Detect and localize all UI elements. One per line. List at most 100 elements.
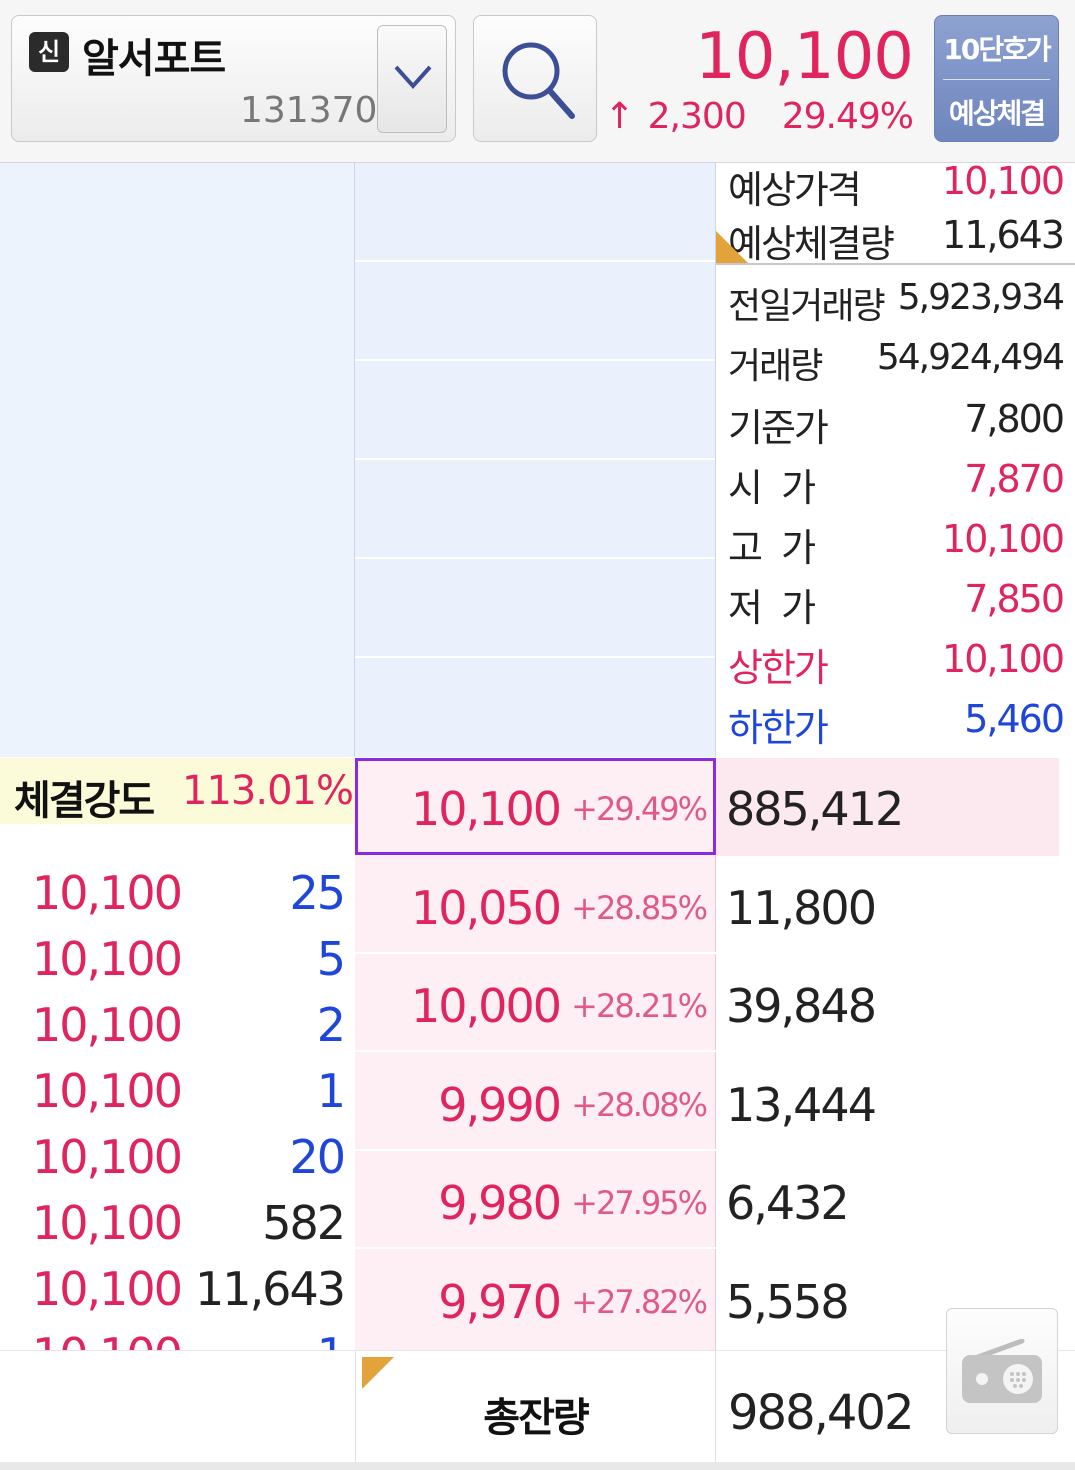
- trade-row: 10,100 2: [0, 998, 355, 1064]
- info-value: 10,100: [942, 517, 1065, 561]
- total-remaining-label: 총잔량: [483, 1395, 589, 1441]
- info-divider: [716, 263, 1075, 265]
- trade-price: 10,100: [32, 932, 183, 986]
- radio-button[interactable]: [946, 1308, 1058, 1434]
- trade-strength-label: 체결강도: [14, 778, 155, 824]
- trade-strength-value: 113.01%: [182, 768, 354, 814]
- chevron-down-icon: [394, 65, 432, 89]
- bid-rate: +28.21%: [571, 987, 708, 1025]
- stock-code: 131370: [240, 90, 378, 131]
- bid-qty-row[interactable]: 885,412: [716, 758, 1059, 856]
- bid-price: 10,050: [411, 881, 562, 935]
- bid-qty-row[interactable]: 39,848: [716, 955, 1075, 1053]
- bid-qty-row[interactable]: 13,444: [716, 1054, 1075, 1152]
- ask-row[interactable]: [355, 460, 715, 559]
- change-amount: 2,300: [647, 96, 747, 137]
- info-label: 거래량: [728, 346, 823, 387]
- trade-qty: 1: [317, 1328, 346, 1350]
- radio-icon: [962, 1339, 1042, 1403]
- change-rate: 29.49%: [781, 96, 914, 137]
- mode-expected-label: 예상체결: [948, 97, 1046, 130]
- mode-toggle-button[interactable]: 10단호가 예상체결: [934, 15, 1059, 142]
- trade-price: 10,100: [32, 1130, 183, 1184]
- bid-price: 9,970: [438, 1275, 562, 1329]
- info-low-price: 저 가 7,850: [728, 577, 1065, 637]
- credit-badge: 신: [29, 32, 69, 72]
- bid-row[interactable]: 10,050 +28.85%: [355, 857, 716, 954]
- stock-name: 알서포트: [82, 36, 226, 82]
- ask-row[interactable]: [355, 559, 715, 658]
- info-upper-limit: 상한가 10,100: [728, 637, 1065, 697]
- bid-price: 9,990: [438, 1078, 562, 1132]
- ask-row[interactable]: [355, 163, 715, 262]
- info-value: 7,850: [964, 577, 1065, 621]
- stock-info-panel: 예상가격 10,100 예상체결량 11,643 전일거래량 5,923,934…: [716, 159, 1075, 757]
- info-value: 54,924,494: [876, 337, 1065, 378]
- bid-row[interactable]: 10,000 +28.21%: [355, 955, 716, 1052]
- bid-rate: +28.08%: [571, 1086, 708, 1124]
- footer-totals: 총잔량 988,402: [0, 1350, 1075, 1463]
- bid-qty: 6,432: [726, 1176, 850, 1230]
- info-value: 10,100: [942, 159, 1065, 203]
- info-label: 저 가: [728, 586, 816, 630]
- info-base-price: 기준가 7,800: [728, 397, 1065, 457]
- info-value: 11,643: [942, 213, 1065, 257]
- bid-rate: +27.82%: [571, 1283, 708, 1321]
- corner-marker: [716, 231, 750, 265]
- trade-price: 10,100: [32, 998, 183, 1052]
- bid-row[interactable]: 9,990 +28.08%: [355, 1054, 716, 1151]
- trade-price: 10,100: [32, 866, 183, 920]
- bid-qty-row[interactable]: 11,800: [716, 857, 1075, 955]
- bid-qty: 11,800: [726, 881, 877, 935]
- trade-row: 10,100 1: [0, 1328, 355, 1350]
- info-label: 고 가: [728, 526, 816, 570]
- trade-row: 10,100 582: [0, 1196, 355, 1262]
- total-remaining-value: 988,402: [728, 1385, 914, 1441]
- trade-row: 10,100 25: [0, 866, 355, 932]
- trade-qty: 11,643: [195, 1262, 346, 1316]
- recent-trades-list: 10,100 25 10,100 5 10,100 2 10,100 1 10,…: [0, 860, 355, 1350]
- ask-row[interactable]: [355, 262, 715, 361]
- ask-row[interactable]: [355, 658, 715, 757]
- trade-qty: 1: [316, 1064, 346, 1118]
- trade-row: 10,100 5: [0, 932, 355, 998]
- info-value: 5,923,934: [897, 277, 1065, 318]
- stock-dropdown-button[interactable]: [377, 25, 447, 133]
- info-label: 시 가: [728, 466, 816, 510]
- info-label: 예상체결량: [728, 222, 895, 266]
- info-label: 기준가: [728, 406, 829, 450]
- bid-row[interactable]: 9,980 +27.95%: [355, 1152, 716, 1249]
- bid-price-column: 10,100 +29.49% 10,050 +28.85% 10,000 +28…: [355, 758, 716, 1350]
- bid-qty: 5,558: [726, 1275, 850, 1329]
- info-open-price: 시 가 7,870: [728, 457, 1065, 517]
- search-icon: [502, 42, 575, 119]
- info-prev-volume: 전일거래량 5,923,934: [728, 277, 1065, 337]
- trade-price: 10,100: [32, 1328, 183, 1350]
- trade-row: 10,100 20: [0, 1130, 355, 1196]
- ask-trades-area: [0, 163, 355, 757]
- trade-qty: 25: [289, 866, 346, 920]
- info-label: 예상가격: [728, 168, 862, 212]
- trade-price: 10,100: [32, 1262, 183, 1316]
- bid-qty: 13,444: [726, 1078, 877, 1132]
- info-value: 5,460: [964, 697, 1065, 741]
- bid-rate: +27.95%: [571, 1184, 708, 1222]
- bid-qty: 39,848: [726, 979, 877, 1033]
- trade-row: 10,100 11,643: [0, 1262, 355, 1328]
- bottom-edge: [0, 1462, 1075, 1470]
- search-button[interactable]: [473, 15, 597, 142]
- bid-price: 9,980: [438, 1176, 562, 1230]
- info-value: 10,100: [942, 637, 1065, 681]
- mode-divider: [943, 79, 1050, 80]
- bid-qty-row[interactable]: 6,432: [716, 1152, 1075, 1250]
- ask-row[interactable]: [355, 361, 715, 460]
- info-value: 7,870: [964, 457, 1065, 501]
- bid-quantity-column: 885,412 11,800 39,848 13,444 6,432 5,558: [716, 758, 1075, 1350]
- header: 신 알서포트 131370 10,100 ↑ 2,300 29.49% 10단호가 …: [0, 0, 1075, 163]
- bid-row-selected[interactable]: 10,100 +29.49%: [355, 758, 716, 855]
- ask-price-column: [355, 163, 716, 757]
- info-lower-limit: 하한가 5,460: [728, 697, 1065, 757]
- bid-row[interactable]: 9,970 +27.82%: [355, 1251, 716, 1348]
- up-arrow-icon: ↑: [604, 96, 634, 137]
- stock-selector[interactable]: 신 알서포트 131370: [11, 15, 456, 142]
